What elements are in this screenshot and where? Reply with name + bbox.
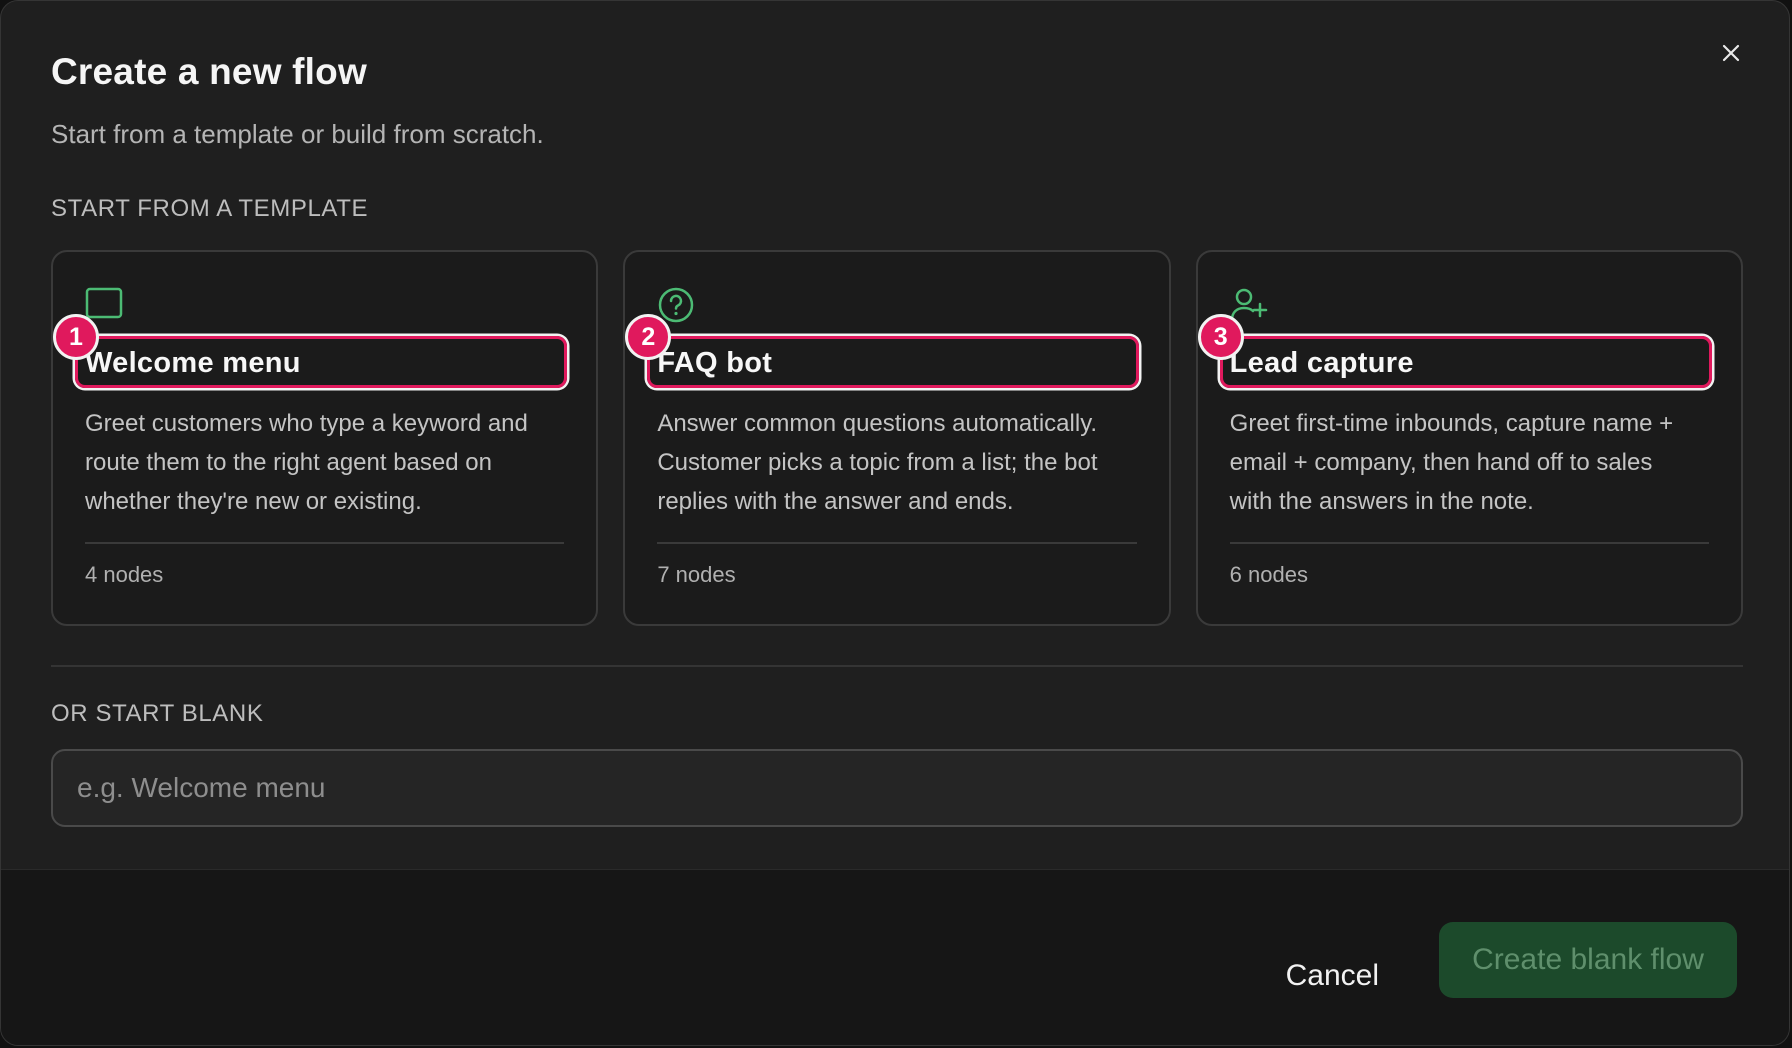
template-badge: 3 <box>1197 314 1244 360</box>
flow-name-input[interactable] <box>51 749 1743 827</box>
card-divider <box>1229 542 1709 544</box>
close-icon[interactable] <box>1715 37 1747 69</box>
create-blank-flow-button[interactable]: Create blank flow <box>1439 922 1737 998</box>
template-title-highlight: Welcome menu <box>75 336 567 388</box>
template-node-count: 7 nodes <box>657 562 736 587</box>
template-badge: 1 <box>53 314 99 360</box>
template-title-highlight: Lead capture <box>1219 336 1712 388</box>
close-icon-glyph <box>1722 44 1740 62</box>
dialog-subtitle: Start from a template or build from scra… <box>51 119 544 149</box>
template-title-highlight: FAQ bot <box>647 336 1140 388</box>
template-cards: Welcome menu 1 Greet customers who type … <box>51 250 1743 626</box>
template-badge: 2 <box>625 314 672 360</box>
cancel-button[interactable]: Cancel <box>1262 938 1403 1014</box>
dialog-title: Create a new flow <box>51 51 367 92</box>
card-divider <box>657 542 1137 544</box>
template-title: Welcome menu <box>85 347 301 379</box>
template-title: Lead capture <box>1229 347 1414 379</box>
template-node-count: 4 nodes <box>85 562 164 587</box>
blank-section-label: OR START BLANK <box>51 700 264 727</box>
template-node-count: 6 nodes <box>1229 562 1308 587</box>
template-card-welcome-menu[interactable]: Welcome menu 1 Greet customers who type … <box>51 250 599 626</box>
create-flow-dialog: Create a new flow Start from a template … <box>0 0 1790 1046</box>
templates-section-label: START FROM A TEMPLATE <box>51 195 369 222</box>
template-description: Greet customers who type a keyword and r… <box>85 410 528 515</box>
question-circle-icon <box>657 286 695 324</box>
dialog-footer: Cancel Create blank flow <box>1 869 1789 1045</box>
card-divider <box>85 542 565 544</box>
chat-bubble-icon <box>85 286 123 324</box>
template-card-faq-bot[interactable]: FAQ bot 2 Answer common questions automa… <box>623 250 1171 626</box>
template-title: FAQ bot <box>657 347 773 379</box>
template-card-lead-capture[interactable]: Lead capture 3 Greet first-time inbounds… <box>1195 250 1743 626</box>
section-divider <box>51 665 1743 667</box>
template-description: Answer common questions automatically. C… <box>657 410 1098 515</box>
template-description: Greet first-time inbounds, capture name … <box>1229 410 1674 515</box>
